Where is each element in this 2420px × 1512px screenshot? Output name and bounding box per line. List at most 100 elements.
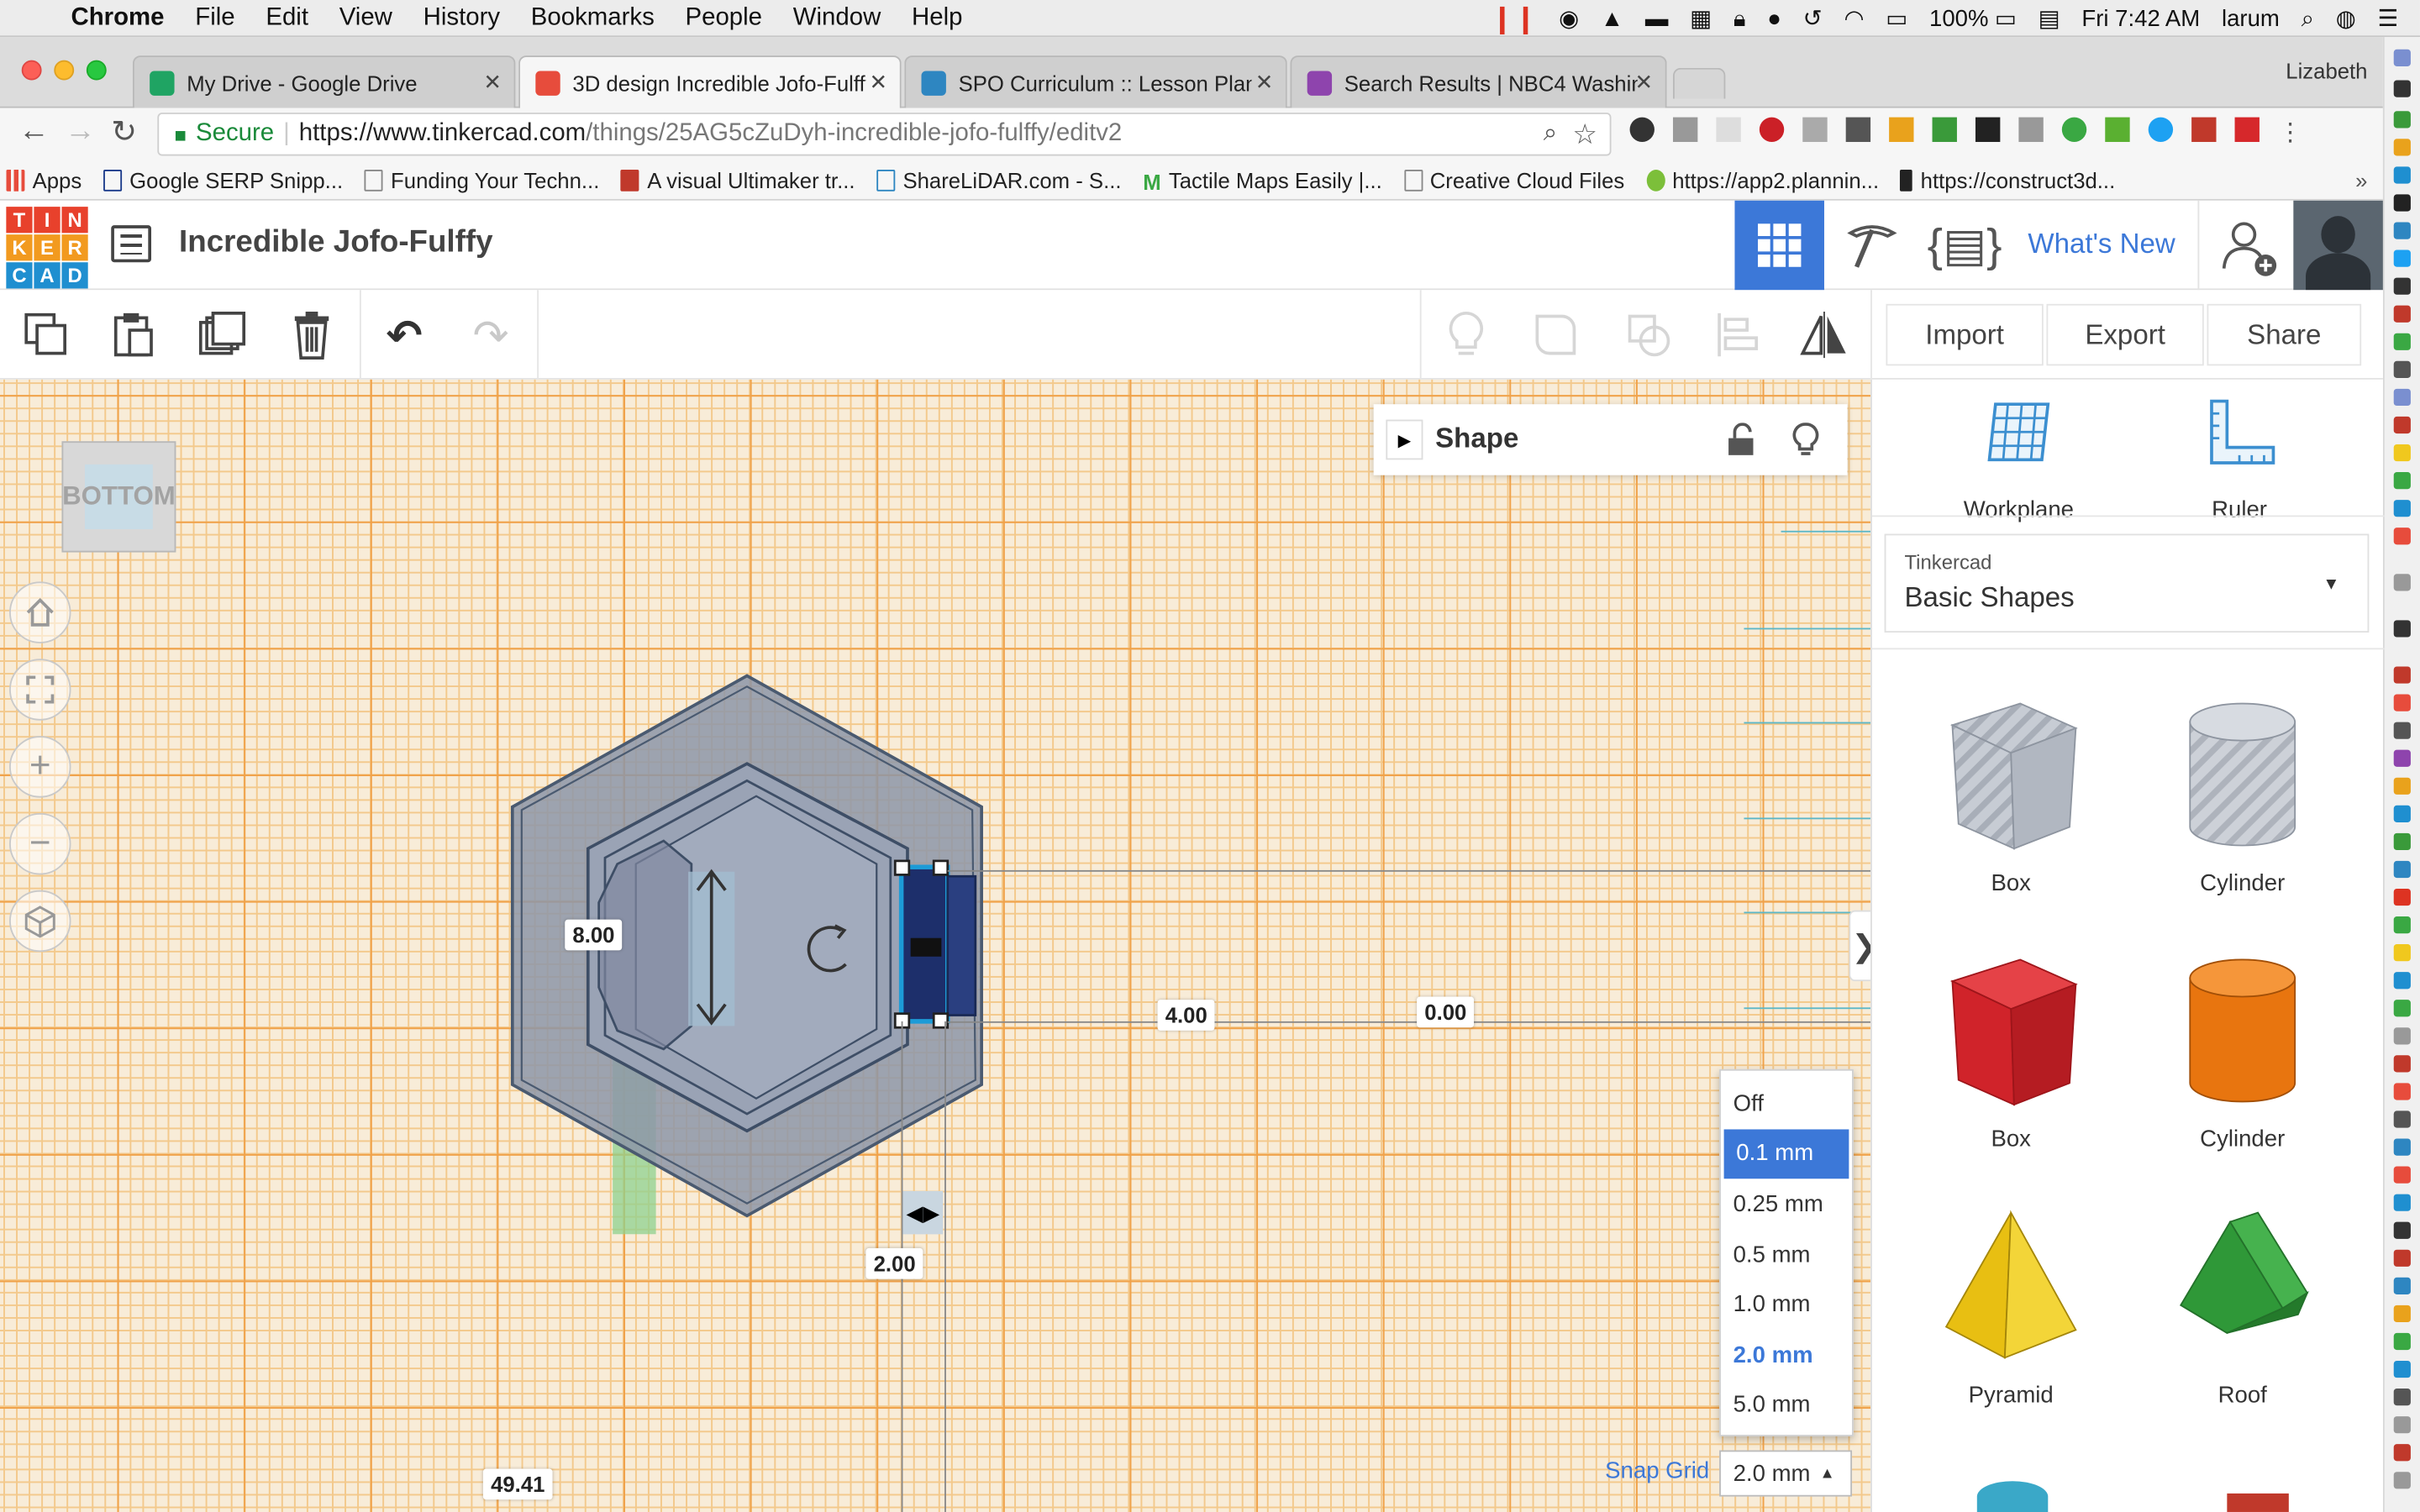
shape-cylinder-grey[interactable]: Cylinder — [2150, 688, 2335, 904]
pinterest-icon[interactable] — [1759, 117, 1785, 142]
extension-icon[interactable] — [1672, 117, 1698, 142]
ruler-tool[interactable]: Ruler — [2162, 395, 2317, 523]
x-distance-dimension[interactable]: 4.00 — [1157, 1000, 1215, 1031]
export-button[interactable]: Export — [2046, 303, 2204, 366]
shape-library-select[interactable]: Tinkercad Basic Shapes ▼ — [1884, 533, 2370, 633]
bookmark-item[interactable]: A visual Ultimaker tr... — [621, 167, 855, 192]
chrome-menu-icon[interactable]: ⋮ — [2278, 118, 2302, 149]
menu-people[interactable]: People — [686, 4, 763, 32]
airplay-icon[interactable]: ▭ — [1886, 5, 1907, 32]
reload-icon[interactable]: ↻ — [111, 113, 137, 151]
menu-view[interactable]: View — [339, 4, 392, 32]
invite-user-icon[interactable] — [2217, 216, 2278, 277]
width-dimension[interactable]: 2.00 — [865, 1247, 923, 1279]
shape-partial[interactable] — [2227, 1493, 2289, 1512]
expand-panel-button[interactable]: ▶ — [1386, 419, 1423, 460]
battery-percent[interactable]: 100% — [1929, 5, 1988, 31]
snap-grid-dropdown[interactable]: Off 0.1 mm 0.25 mm 0.5 mm 1.0 mm 2.0 mm … — [1719, 1068, 1854, 1436]
extension-icon[interactable] — [1889, 117, 1914, 142]
snap-option[interactable]: 0.25 mm — [1721, 1179, 1852, 1230]
notification-center-icon[interactable]: ☰ — [2378, 5, 2399, 32]
tab-tinkercad[interactable]: 3D design Incredible Jofo-Fulffy ✕ — [518, 55, 902, 110]
evernote-icon[interactable]: ● — [1767, 5, 1781, 31]
shape-notes-toggle[interactable] — [1791, 421, 1822, 465]
shape-cylinder-orange[interactable]: Cylinder — [2150, 944, 2335, 1160]
download-icon[interactable] — [2061, 117, 2087, 142]
menu-help[interactable]: Help — [912, 4, 962, 32]
workplane-tool[interactable]: Workplane — [1933, 395, 2103, 523]
home-view-button[interactable] — [9, 581, 71, 643]
snap-option-off[interactable]: Off — [1721, 1079, 1852, 1129]
snap-option[interactable]: 0.5 mm — [1721, 1229, 1852, 1279]
whats-new-link[interactable]: What's New — [2028, 228, 2175, 261]
menu-edit[interactable]: Edit — [266, 4, 308, 32]
close-window-button[interactable] — [21, 60, 42, 81]
bookmark-apps[interactable]: Apps — [6, 167, 82, 192]
forward-icon[interactable]: → — [65, 114, 96, 150]
battery-icon[interactable]: ▭ — [1995, 5, 2017, 32]
undo-button[interactable]: ↶ — [371, 299, 439, 370]
bookmark-item[interactable]: https://app2.plannin... — [1645, 167, 1879, 192]
status-icon[interactable]: ◉ — [1559, 5, 1579, 32]
bookmark-item[interactable]: Google SERP Snipp... — [103, 167, 343, 192]
delete-button[interactable] — [278, 299, 346, 370]
menu-window[interactable]: Window — [793, 4, 881, 32]
snap-grid-select[interactable]: 2.0 mm ▲ — [1719, 1450, 1853, 1497]
group-button[interactable] — [1522, 299, 1590, 370]
menu-file[interactable]: File — [195, 4, 234, 32]
shape-box-grey[interactable]: Box — [1918, 688, 2103, 904]
snap-option[interactable]: 1.0 mm — [1721, 1279, 1852, 1330]
menu-bookmarks[interactable]: Bookmarks — [531, 4, 655, 32]
import-button[interactable]: Import — [1886, 303, 2044, 366]
zoom-in-button[interactable]: + — [9, 736, 71, 798]
snap-option-current[interactable]: 2.0 mm — [1721, 1330, 1852, 1380]
paste-button[interactable] — [99, 299, 167, 370]
menu-history[interactable]: History — [424, 4, 500, 32]
align-button[interactable] — [1704, 299, 1772, 370]
snap-option-highlighted[interactable]: 0.1 mm — [1723, 1128, 1849, 1179]
wifi-icon[interactable]: ◠ — [1844, 5, 1864, 32]
user-menu[interactable]: larum — [2222, 5, 2280, 31]
extension-icon[interactable] — [1932, 117, 1957, 142]
ortho-view-button[interactable] — [9, 890, 71, 953]
back-icon[interactable]: ← — [18, 114, 50, 150]
close-icon[interactable]: ✕ — [483, 70, 502, 96]
3d-view-button[interactable] — [1734, 200, 1824, 291]
duplicate-button[interactable] — [188, 299, 256, 370]
redo-button[interactable]: ↷ — [457, 299, 525, 370]
clock[interactable]: Fri 7:42 AM — [2081, 5, 2200, 31]
shape-sphere-partial[interactable] — [1976, 1481, 2049, 1512]
siri-icon[interactable]: ◍ — [2336, 5, 2356, 32]
ungroup-button[interactable] — [1614, 299, 1682, 370]
profile-name[interactable]: Lizabeth — [2286, 59, 2367, 83]
share-button[interactable]: Share — [2207, 303, 2362, 366]
minimize-window-button[interactable] — [54, 60, 75, 81]
shape-roof[interactable]: Roof — [2150, 1200, 2335, 1416]
avatar[interactable] — [2293, 200, 2383, 291]
lock-icon[interactable]: 🔒︎ — [1733, 5, 1746, 31]
bookmark-item[interactable]: Funding Your Techn... — [364, 167, 599, 192]
codeblocks-button[interactable]: {▤} — [1920, 201, 2010, 291]
view-cube[interactable]: BOTTOM — [61, 441, 176, 553]
shape-box-red[interactable]: Box — [1918, 944, 2103, 1160]
close-icon[interactable]: ✕ — [870, 70, 888, 96]
tab-spo-curriculum[interactable]: SPO Curriculum :: Lesson Plan ✕ — [904, 55, 1287, 108]
bookmark-item[interactable]: ShareLiDAR.com - S... — [876, 167, 1122, 192]
snap-option[interactable]: 5.0 mm — [1721, 1380, 1852, 1431]
notes-button[interactable] — [1432, 299, 1500, 370]
pause-icon[interactable]: ❙❙ — [1491, 3, 1537, 35]
shape-pyramid[interactable]: Pyramid — [1918, 1200, 2103, 1416]
minecraft-mode-button[interactable] — [1828, 201, 1918, 291]
bookmark-item[interactable]: M Tactile Maps Easily |... — [1143, 167, 1382, 193]
bookmarks-overflow-icon[interactable]: » — [2355, 167, 2367, 192]
bookmark-item[interactable]: https://construct3d... — [1900, 167, 2115, 192]
twitter-icon[interactable] — [2148, 117, 2174, 142]
lock-toggle[interactable] — [1725, 423, 1756, 465]
close-icon[interactable]: ✕ — [1635, 70, 1654, 96]
zoom-icon[interactable]: ⌕ — [1544, 120, 1557, 148]
height-dimension[interactable]: 8.00 — [565, 919, 623, 951]
url-bar[interactable]: ■ Secure | https://www.tinkercad.com /th… — [157, 113, 1612, 156]
cast-icon[interactable] — [1845, 117, 1871, 142]
zoom-out-button[interactable]: − — [9, 812, 71, 875]
tinkercad-logo[interactable]: T I N K E R C A D — [6, 207, 88, 289]
